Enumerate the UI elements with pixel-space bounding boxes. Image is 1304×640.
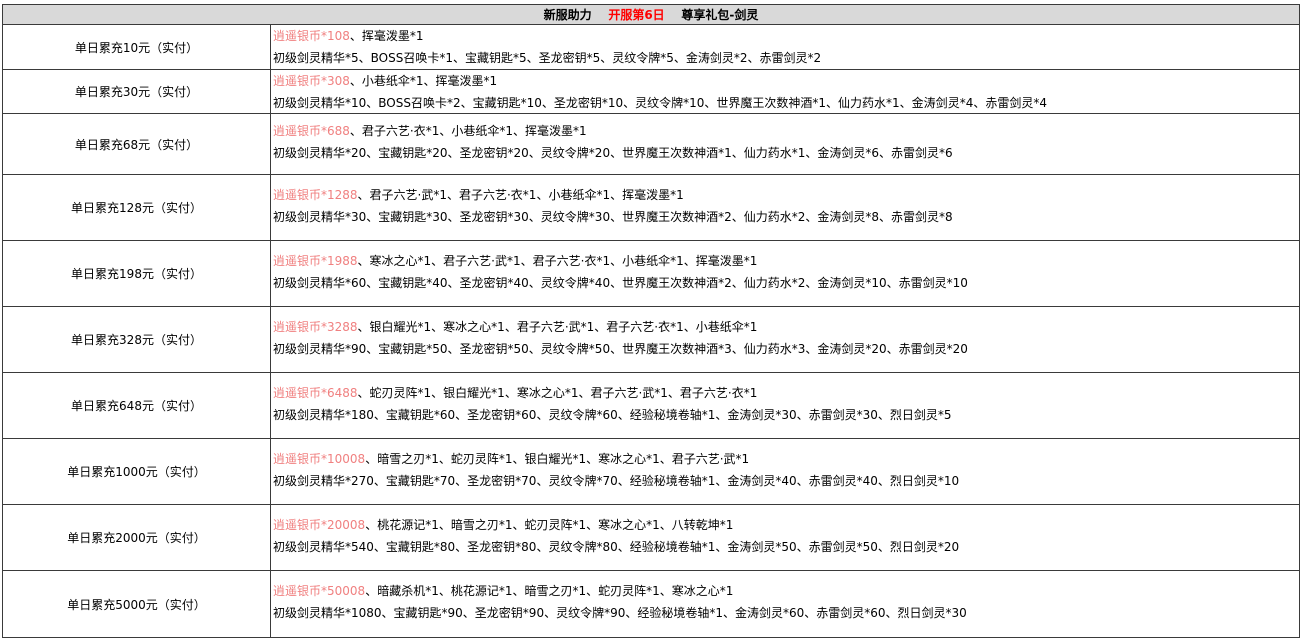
table-row: 单日累充128元（实付） 逍遥银币*1288、君子六艺·武*1、君子六艺·衣*1… [3,175,1300,241]
silver-coin-reward: 逍遥银币*20008 [273,518,366,532]
reward-items-1: 、君子六艺·衣*1、小巷纸伞*1、挥毫泼墨*1 [349,124,587,138]
reward-line-1: 逍遥银币*50008、暗藏杀机*1、桃花源记*1、暗雪之刃*1、蛇刃灵阵*1、寒… [273,580,1299,602]
reward-line-1: 逍遥银币*688、君子六艺·衣*1、小巷纸伞*1、挥毫泼墨*1 [273,120,1299,142]
reward-cell: 逍遥银币*1288、君子六艺·武*1、君子六艺·衣*1、小巷纸伞*1、挥毫泼墨*… [271,175,1300,240]
reward-line-2: 初级剑灵精华*30、宝藏钥匙*30、圣龙密钥*30、灵纹令牌*30、世界魔王次数… [273,210,953,224]
reward-cell: 逍遥银币*50008、暗藏杀机*1、桃花源记*1、暗雪之刃*1、蛇刃灵阵*1、寒… [271,571,1300,637]
silver-coin-reward: 逍遥银币*3288 [273,320,358,334]
tier-cell: 单日累充10元（实付） [3,25,271,69]
table-row: 单日累充648元（实付） 逍遥银币*6488、蛇刃灵阵*1、银白耀光*1、寒冰之… [3,373,1300,439]
title-part-newserver: 新服助力 [543,8,592,22]
reward-items-1: 、蛇刃灵阵*1、银白耀光*1、寒冰之心*1、君子六艺·武*1、君子六艺·衣*1 [357,386,758,400]
reward-items-1: 、挥毫泼墨*1 [349,29,424,43]
reward-line-1: 逍遥银币*108、挥毫泼墨*1 [273,25,1299,47]
reward-items-1: 、君子六艺·武*1、君子六艺·衣*1、小巷纸伞*1、挥毫泼墨*1 [357,188,684,202]
title-part-pack: 尊享礼包-剑灵 [681,8,759,22]
table-row: 单日累充10元（实付） 逍遥银币*108、挥毫泼墨*1 初级剑灵精华*5、BOS… [3,25,1300,70]
table-row: 单日累充68元（实付） 逍遥银币*688、君子六艺·衣*1、小巷纸伞*1、挥毫泼… [3,114,1300,175]
reward-items-1: 、寒冰之心*1、君子六艺·武*1、君子六艺·衣*1、小巷纸伞*1、挥毫泼墨*1 [357,254,758,268]
silver-coin-reward: 逍遥银币*108 [273,29,350,43]
table-row: 单日累充1000元（实付） 逍遥银币*10008、暗雪之刃*1、蛇刃灵阵*1、银… [3,439,1300,505]
tier-cell: 单日累充1000元（实付） [3,439,271,504]
reward-line-2: 初级剑灵精华*20、宝藏钥匙*20、圣龙密钥*20、灵纹令牌*20、世界魔王次数… [273,146,953,160]
reward-line-2: 初级剑灵精华*60、宝藏钥匙*40、圣龙密钥*40、灵纹令牌*40、世界魔王次数… [273,276,968,290]
reward-line-1: 逍遥银币*308、小巷纸伞*1、挥毫泼墨*1 [273,70,1299,92]
reward-line-2: 初级剑灵精华*180、宝藏钥匙*60、圣龙密钥*60、灵纹令牌*60、经验秘境卷… [273,408,952,422]
table-row: 单日累充328元（实付） 逍遥银币*3288、银白耀光*1、寒冰之心*1、君子六… [3,307,1300,373]
silver-coin-reward: 逍遥银币*50008 [273,584,366,598]
reward-cell: 逍遥银币*308、小巷纸伞*1、挥毫泼墨*1 初级剑灵精华*10、BOSS召唤卡… [271,70,1300,113]
tier-cell: 单日累充2000元（实付） [3,505,271,570]
reward-line-1: 逍遥银币*6488、蛇刃灵阵*1、银白耀光*1、寒冰之心*1、君子六艺·武*1、… [273,382,1299,404]
reward-items-1: 、暗藏杀机*1、桃花源记*1、暗雪之刃*1、蛇刃灵阵*1、寒冰之心*1 [365,584,734,598]
reward-cell: 逍遥银币*108、挥毫泼墨*1 初级剑灵精华*5、BOSS召唤卡*1、宝藏钥匙*… [271,25,1300,69]
reward-cell: 逍遥银币*3288、银白耀光*1、寒冰之心*1、君子六艺·武*1、君子六艺·衣*… [271,307,1300,372]
silver-coin-reward: 逍遥银币*688 [273,124,350,138]
reward-line-1: 逍遥银币*1988、寒冰之心*1、君子六艺·武*1、君子六艺·衣*1、小巷纸伞*… [273,250,1299,272]
reward-items-1: 、银白耀光*1、寒冰之心*1、君子六艺·武*1、君子六艺·衣*1、小巷纸伞*1 [357,320,758,334]
reward-line-2: 初级剑灵精华*1080、宝藏钥匙*90、圣龙密钥*90、灵纹令牌*90、经验秘境… [273,606,967,620]
reward-table: 新服助力 开服第6日 尊享礼包-剑灵 单日累充10元（实付） 逍遥银币*108、… [2,4,1300,638]
table-row: 单日累充198元（实付） 逍遥银币*1988、寒冰之心*1、君子六艺·武*1、君… [3,241,1300,307]
reward-cell: 逍遥银币*1988、寒冰之心*1、君子六艺·武*1、君子六艺·衣*1、小巷纸伞*… [271,241,1300,306]
reward-items-1: 、小巷纸伞*1、挥毫泼墨*1 [349,74,498,88]
silver-coin-reward: 逍遥银币*6488 [273,386,358,400]
reward-line-1: 逍遥银币*20008、桃花源记*1、暗雪之刃*1、蛇刃灵阵*1、寒冰之心*1、八… [273,514,1299,536]
reward-line-2: 初级剑灵精华*540、宝藏钥匙*80、圣龙密钥*80、灵纹令牌*80、经验秘境卷… [273,540,960,554]
reward-line-2: 初级剑灵精华*90、宝藏钥匙*50、圣龙密钥*50、灵纹令牌*50、世界魔王次数… [273,342,968,356]
silver-coin-reward: 逍遥银币*1288 [273,188,358,202]
reward-line-1: 逍遥银币*10008、暗雪之刃*1、蛇刃灵阵*1、银白耀光*1、寒冰之心*1、君… [273,448,1299,470]
reward-items-1: 、暗雪之刃*1、蛇刃灵阵*1、银白耀光*1、寒冰之心*1、君子六艺·武*1 [365,452,750,466]
reward-line-2: 初级剑灵精华*5、BOSS召唤卡*1、宝藏钥匙*5、圣龙密钥*5、灵纹令牌*5、… [273,51,822,65]
reward-line-2: 初级剑灵精华*270、宝藏钥匙*70、圣龙密钥*70、灵纹令牌*70、经验秘境卷… [273,474,960,488]
silver-coin-reward: 逍遥银币*1988 [273,254,358,268]
reward-line-1: 逍遥银币*1288、君子六艺·武*1、君子六艺·衣*1、小巷纸伞*1、挥毫泼墨*… [273,184,1299,206]
title-part-day: 开服第6日 [608,8,665,22]
silver-coin-reward: 逍遥银币*308 [273,74,350,88]
tier-cell: 单日累充328元（实付） [3,307,271,372]
tier-cell: 单日累充5000元（实付） [3,571,271,637]
reward-cell: 逍遥银币*6488、蛇刃灵阵*1、银白耀光*1、寒冰之心*1、君子六艺·武*1、… [271,373,1300,438]
table-row: 单日累充5000元（实付） 逍遥银币*50008、暗藏杀机*1、桃花源记*1、暗… [3,571,1300,638]
table-title: 新服助力 开服第6日 尊享礼包-剑灵 [3,5,1300,25]
tier-cell: 单日累充198元（实付） [3,241,271,306]
reward-cell: 逍遥银币*10008、暗雪之刃*1、蛇刃灵阵*1、银白耀光*1、寒冰之心*1、君… [271,439,1300,504]
tier-cell: 单日累充30元（实付） [3,70,271,113]
reward-line-1: 逍遥银币*3288、银白耀光*1、寒冰之心*1、君子六艺·武*1、君子六艺·衣*… [273,316,1299,338]
reward-cell: 逍遥银币*688、君子六艺·衣*1、小巷纸伞*1、挥毫泼墨*1 初级剑灵精华*2… [271,114,1300,174]
tier-cell: 单日累充128元（实付） [3,175,271,240]
reward-items-1: 、桃花源记*1、暗雪之刃*1、蛇刃灵阵*1、寒冰之心*1、八转乾坤*1 [365,518,734,532]
tier-cell: 单日累充68元（实付） [3,114,271,174]
tier-cell: 单日累充648元（实付） [3,373,271,438]
reward-cell: 逍遥银币*20008、桃花源记*1、暗雪之刃*1、蛇刃灵阵*1、寒冰之心*1、八… [271,505,1300,570]
silver-coin-reward: 逍遥银币*10008 [273,452,366,466]
table-row: 单日累充30元（实付） 逍遥银币*308、小巷纸伞*1、挥毫泼墨*1 初级剑灵精… [3,70,1300,114]
reward-line-2: 初级剑灵精华*10、BOSS召唤卡*2、宝藏钥匙*10、圣龙密钥*10、灵纹令牌… [273,96,1047,110]
table-row: 单日累充2000元（实付） 逍遥银币*20008、桃花源记*1、暗雪之刃*1、蛇… [3,505,1300,571]
